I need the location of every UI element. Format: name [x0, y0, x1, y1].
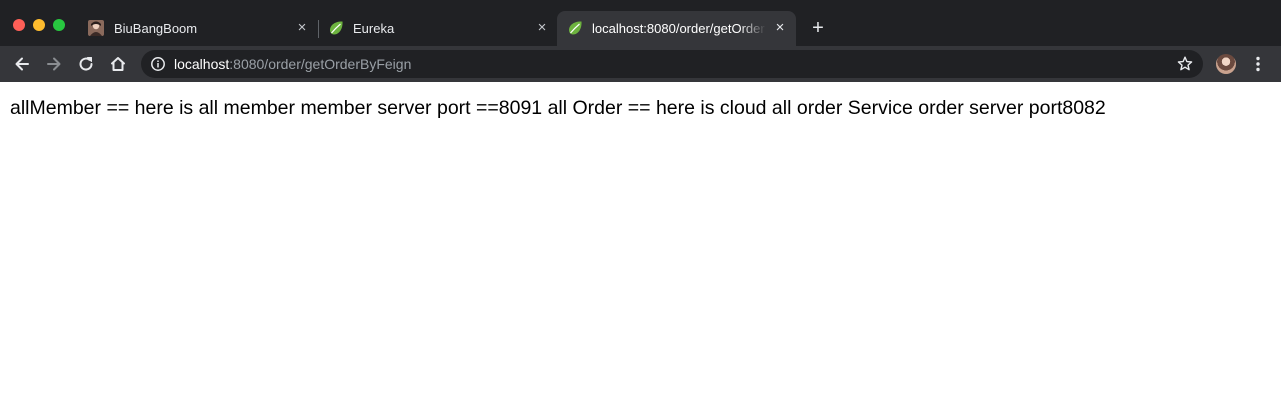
close-tab-icon[interactable]: ×	[771, 19, 789, 37]
kebab-menu-icon[interactable]	[1250, 54, 1266, 74]
maximize-window-button[interactable]	[53, 19, 65, 31]
close-tab-icon[interactable]: ×	[533, 19, 551, 37]
reload-icon[interactable]	[76, 54, 96, 74]
tab-title: Eureka	[353, 21, 395, 36]
response-body-text: allMember == here is all member member s…	[10, 97, 1106, 119]
bookmark-star-icon[interactable]	[1176, 55, 1194, 73]
browser-titlebar: BiuBangBoom × Eureka × localhost:8080/or…	[0, 0, 1281, 46]
home-icon[interactable]	[108, 54, 128, 74]
profile-avatar[interactable]	[1216, 54, 1236, 74]
site-info-icon[interactable]	[150, 56, 166, 72]
tab-eureka[interactable]: Eureka ×	[318, 11, 558, 46]
back-arrow-icon[interactable]	[12, 54, 32, 74]
close-tab-icon[interactable]: ×	[293, 19, 311, 37]
forward-arrow-icon[interactable]	[44, 54, 64, 74]
close-window-button[interactable]	[13, 19, 25, 31]
address-bar[interactable]: localhost:8080/order/getOrderByFeign	[141, 50, 1203, 78]
tab-active-localhost[interactable]: localhost:8080/order/getOrderByFeign ×	[557, 11, 796, 46]
browser-toolbar: localhost:8080/order/getOrderByFeign	[0, 46, 1281, 82]
url-path: :8080/order/getOrderByFeign	[229, 56, 412, 72]
tab-title: BiuBangBoom	[114, 21, 198, 36]
avatar-favicon-icon	[88, 20, 104, 36]
spring-leaf-icon	[328, 20, 344, 36]
tab-title: localhost:8080/order/getOrderByFeign	[592, 21, 766, 36]
url-text[interactable]: localhost:8080/order/getOrderByFeign	[174, 56, 411, 72]
new-tab-button[interactable]: +	[808, 18, 828, 38]
page-content: allMember == here is all member member s…	[0, 82, 1281, 402]
url-host: localhost	[174, 56, 230, 72]
spring-leaf-icon	[567, 20, 583, 36]
minimize-window-button[interactable]	[33, 19, 45, 31]
tab-biubangboom[interactable]: BiuBangBoom ×	[78, 11, 318, 46]
